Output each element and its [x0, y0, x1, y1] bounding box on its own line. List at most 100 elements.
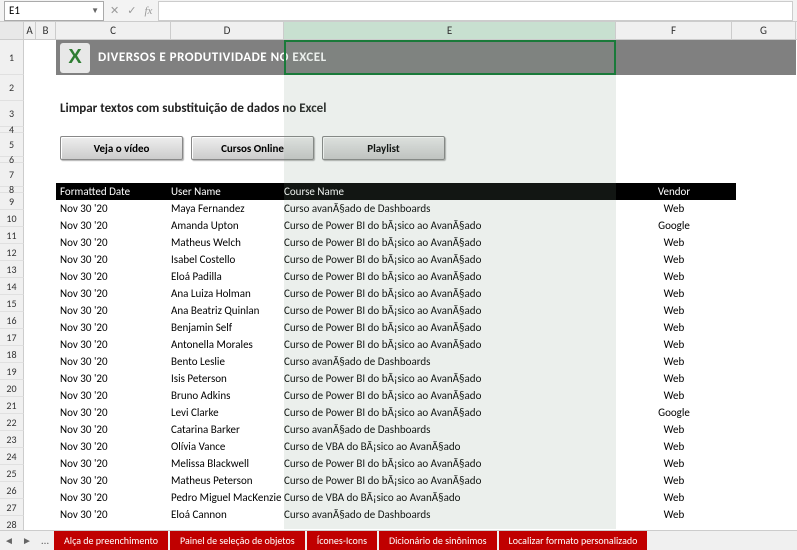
cell[interactable]: Curso de Power BI do bÃ¡sico ao AvanÃ§ad… — [284, 406, 616, 419]
row-header[interactable]: 10 — [0, 210, 24, 227]
cell[interactable]: Curso de Power BI do bÃ¡sico ao AvanÃ§ad… — [284, 321, 616, 334]
cell[interactable]: Nov 30 '20 — [56, 219, 171, 232]
cell[interactable]: Nov 30 '20 — [56, 287, 171, 300]
row-header[interactable]: 24 — [0, 448, 24, 465]
col-header-d[interactable]: D — [171, 22, 284, 39]
cell[interactable]: Curso de Power BI do bÃ¡sico ao AvanÃ§ad… — [284, 304, 616, 317]
cell[interactable]: Nov 30 '20 — [56, 389, 171, 402]
table-row[interactable]: Nov 30 '20Melissa BlackwellCurso de Powe… — [56, 455, 736, 472]
col-header-c[interactable]: C — [56, 22, 171, 39]
fx-icon[interactable]: fx — [144, 5, 152, 17]
cell[interactable]: Google — [616, 406, 732, 419]
cell[interactable]: Catarina Barker — [171, 423, 284, 436]
table-row[interactable]: Nov 30 '20Eloá PadillaCurso de Power BI … — [56, 268, 736, 285]
cell[interactable]: Web — [616, 372, 732, 385]
cell[interactable]: Web — [616, 304, 732, 317]
cell[interactable]: Nov 30 '20 — [56, 474, 171, 487]
cell[interactable]: Web — [616, 508, 732, 521]
row-header[interactable]: 18 — [0, 346, 24, 363]
cell[interactable]: Curso de Power BI do bÃ¡sico ao AvanÃ§ad… — [284, 270, 616, 283]
row-header[interactable]: 2 — [0, 75, 24, 101]
table-row[interactable]: Nov 30 '20Levi ClarkeCurso de Power BI d… — [56, 404, 736, 421]
cell[interactable]: Levi Clarke — [171, 406, 284, 419]
tab-nav-prev-icon[interactable]: ◄ — [0, 534, 18, 547]
cell[interactable]: Isis Peterson — [171, 372, 284, 385]
cell[interactable]: Curso avanÃ§ado de Dashboards — [284, 202, 616, 215]
cell[interactable]: Nov 30 '20 — [56, 253, 171, 266]
cell[interactable]: Amanda Upton — [171, 219, 284, 232]
col-header-f[interactable]: F — [616, 22, 732, 39]
table-row[interactable]: Nov 30 '20Isabel CostelloCurso de Power … — [56, 251, 736, 268]
row-header[interactable]: 27 — [0, 499, 24, 516]
chevron-down-icon[interactable]: ▼ — [91, 6, 99, 16]
row-header[interactable]: 16 — [0, 312, 24, 329]
row-header[interactable]: 11 — [0, 227, 24, 244]
cell[interactable]: Curso de Power BI do bÃ¡sico ao AvanÃ§ad… — [284, 372, 616, 385]
cell[interactable]: Nov 30 '20 — [56, 508, 171, 521]
table-row[interactable]: Nov 30 '20Ana Beatriz QuinlanCurso de Po… — [56, 302, 736, 319]
cell[interactable]: Bruno Adkins — [171, 389, 284, 402]
cell[interactable]: Curso de Power BI do bÃ¡sico ao AvanÃ§ad… — [284, 389, 616, 402]
table-row[interactable]: Nov 30 '20Matheus WelchCurso de Power BI… — [56, 234, 736, 251]
row-header[interactable]: 20 — [0, 380, 24, 397]
row-header[interactable]: 15 — [0, 295, 24, 312]
th-vendor[interactable]: Vendor — [616, 185, 732, 198]
select-all-corner[interactable] — [0, 22, 24, 39]
cell[interactable]: Web — [616, 355, 732, 368]
cell[interactable]: Web — [616, 338, 732, 351]
cell[interactable]: Curso de VBA do BÃ¡sico ao AvanÃ§ado — [284, 440, 616, 453]
cell[interactable]: Melissa Blackwell — [171, 457, 284, 470]
col-header-b[interactable]: B — [36, 22, 56, 39]
th-user[interactable]: User Name — [171, 185, 284, 198]
cell[interactable]: Nov 30 '20 — [56, 372, 171, 385]
table-row[interactable]: Nov 30 '20Bento LeslieCurso avanÃ§ado de… — [56, 353, 736, 370]
col-header-g[interactable]: G — [732, 22, 796, 39]
cell[interactable]: Nov 30 '20 — [56, 304, 171, 317]
col-header-a[interactable]: A — [24, 22, 36, 39]
cell[interactable]: Curso avanÃ§ado de Dashboards — [284, 508, 616, 521]
table-row[interactable]: Nov 30 '20Maya FernandezCurso avanÃ§ado … — [56, 200, 736, 217]
col-header-e[interactable]: E — [284, 22, 616, 39]
cell[interactable]: Benjamin Self — [171, 321, 284, 334]
cell[interactable]: Web — [616, 389, 732, 402]
cell[interactable]: Curso de VBA do BÃ¡sico ao AvanÃ§ado — [284, 491, 616, 504]
cell[interactable]: Isabel Costello — [171, 253, 284, 266]
cell[interactable]: Web — [616, 423, 732, 436]
cell[interactable]: Curso avanÃ§ado de Dashboards — [284, 355, 616, 368]
row-header[interactable]: 1 — [0, 40, 24, 75]
cell[interactable]: Nov 30 '20 — [56, 321, 171, 334]
row-header[interactable]: 26 — [0, 482, 24, 499]
table-row[interactable]: Nov 30 '20Catarina BarkerCurso avanÃ§ado… — [56, 421, 736, 438]
cell[interactable]: Curso de Power BI do bÃ¡sico ao AvanÃ§ad… — [284, 236, 616, 249]
table-row[interactable]: Nov 30 '20Matheus PetersonCurso de Power… — [56, 472, 736, 489]
sheet-tab[interactable]: Alça de preenchimento — [54, 531, 168, 550]
video-button[interactable]: Veja o vídeo — [60, 136, 183, 160]
table-row[interactable]: Nov 30 '20Isis PetersonCurso de Power BI… — [56, 370, 736, 387]
cell[interactable]: Nov 30 '20 — [56, 491, 171, 504]
cell[interactable]: Nov 30 '20 — [56, 406, 171, 419]
cell[interactable]: Web — [616, 474, 732, 487]
table-row[interactable]: Nov 30 '20Olívia VanceCurso de VBA do BÃ… — [56, 438, 736, 455]
cell[interactable]: Web — [616, 491, 732, 504]
cell[interactable]: Web — [616, 253, 732, 266]
cell[interactable]: Nov 30 '20 — [56, 440, 171, 453]
row-header[interactable]: 22 — [0, 414, 24, 431]
cell[interactable]: Matheus Peterson — [171, 474, 284, 487]
table-row[interactable]: Nov 30 '20Amanda UptonCurso de Power BI … — [56, 217, 736, 234]
row-header[interactable]: 17 — [0, 329, 24, 346]
cell[interactable]: Web — [616, 457, 732, 470]
cell[interactable]: Nov 30 '20 — [56, 338, 171, 351]
cell[interactable]: Curso de Power BI do bÃ¡sico ao AvanÃ§ad… — [284, 219, 616, 232]
cell[interactable]: Nov 30 '20 — [56, 202, 171, 215]
cell[interactable]: Web — [616, 440, 732, 453]
row-header[interactable]: 21 — [0, 397, 24, 414]
row-header[interactable]: 12 — [0, 244, 24, 261]
cell[interactable]: Curso de Power BI do bÃ¡sico ao AvanÃ§ad… — [284, 457, 616, 470]
th-course[interactable]: Course Name — [284, 185, 616, 198]
row-header[interactable]: 9 — [0, 193, 24, 210]
row-header[interactable]: 23 — [0, 431, 24, 448]
table-row[interactable]: Nov 30 '20Bruno AdkinsCurso de Power BI … — [56, 387, 736, 404]
table-row[interactable]: Nov 30 '20Ana Luiza HolmanCurso de Power… — [56, 285, 736, 302]
cell[interactable]: Eloá Cannon — [171, 508, 284, 521]
cell[interactable]: Matheus Welch — [171, 236, 284, 249]
